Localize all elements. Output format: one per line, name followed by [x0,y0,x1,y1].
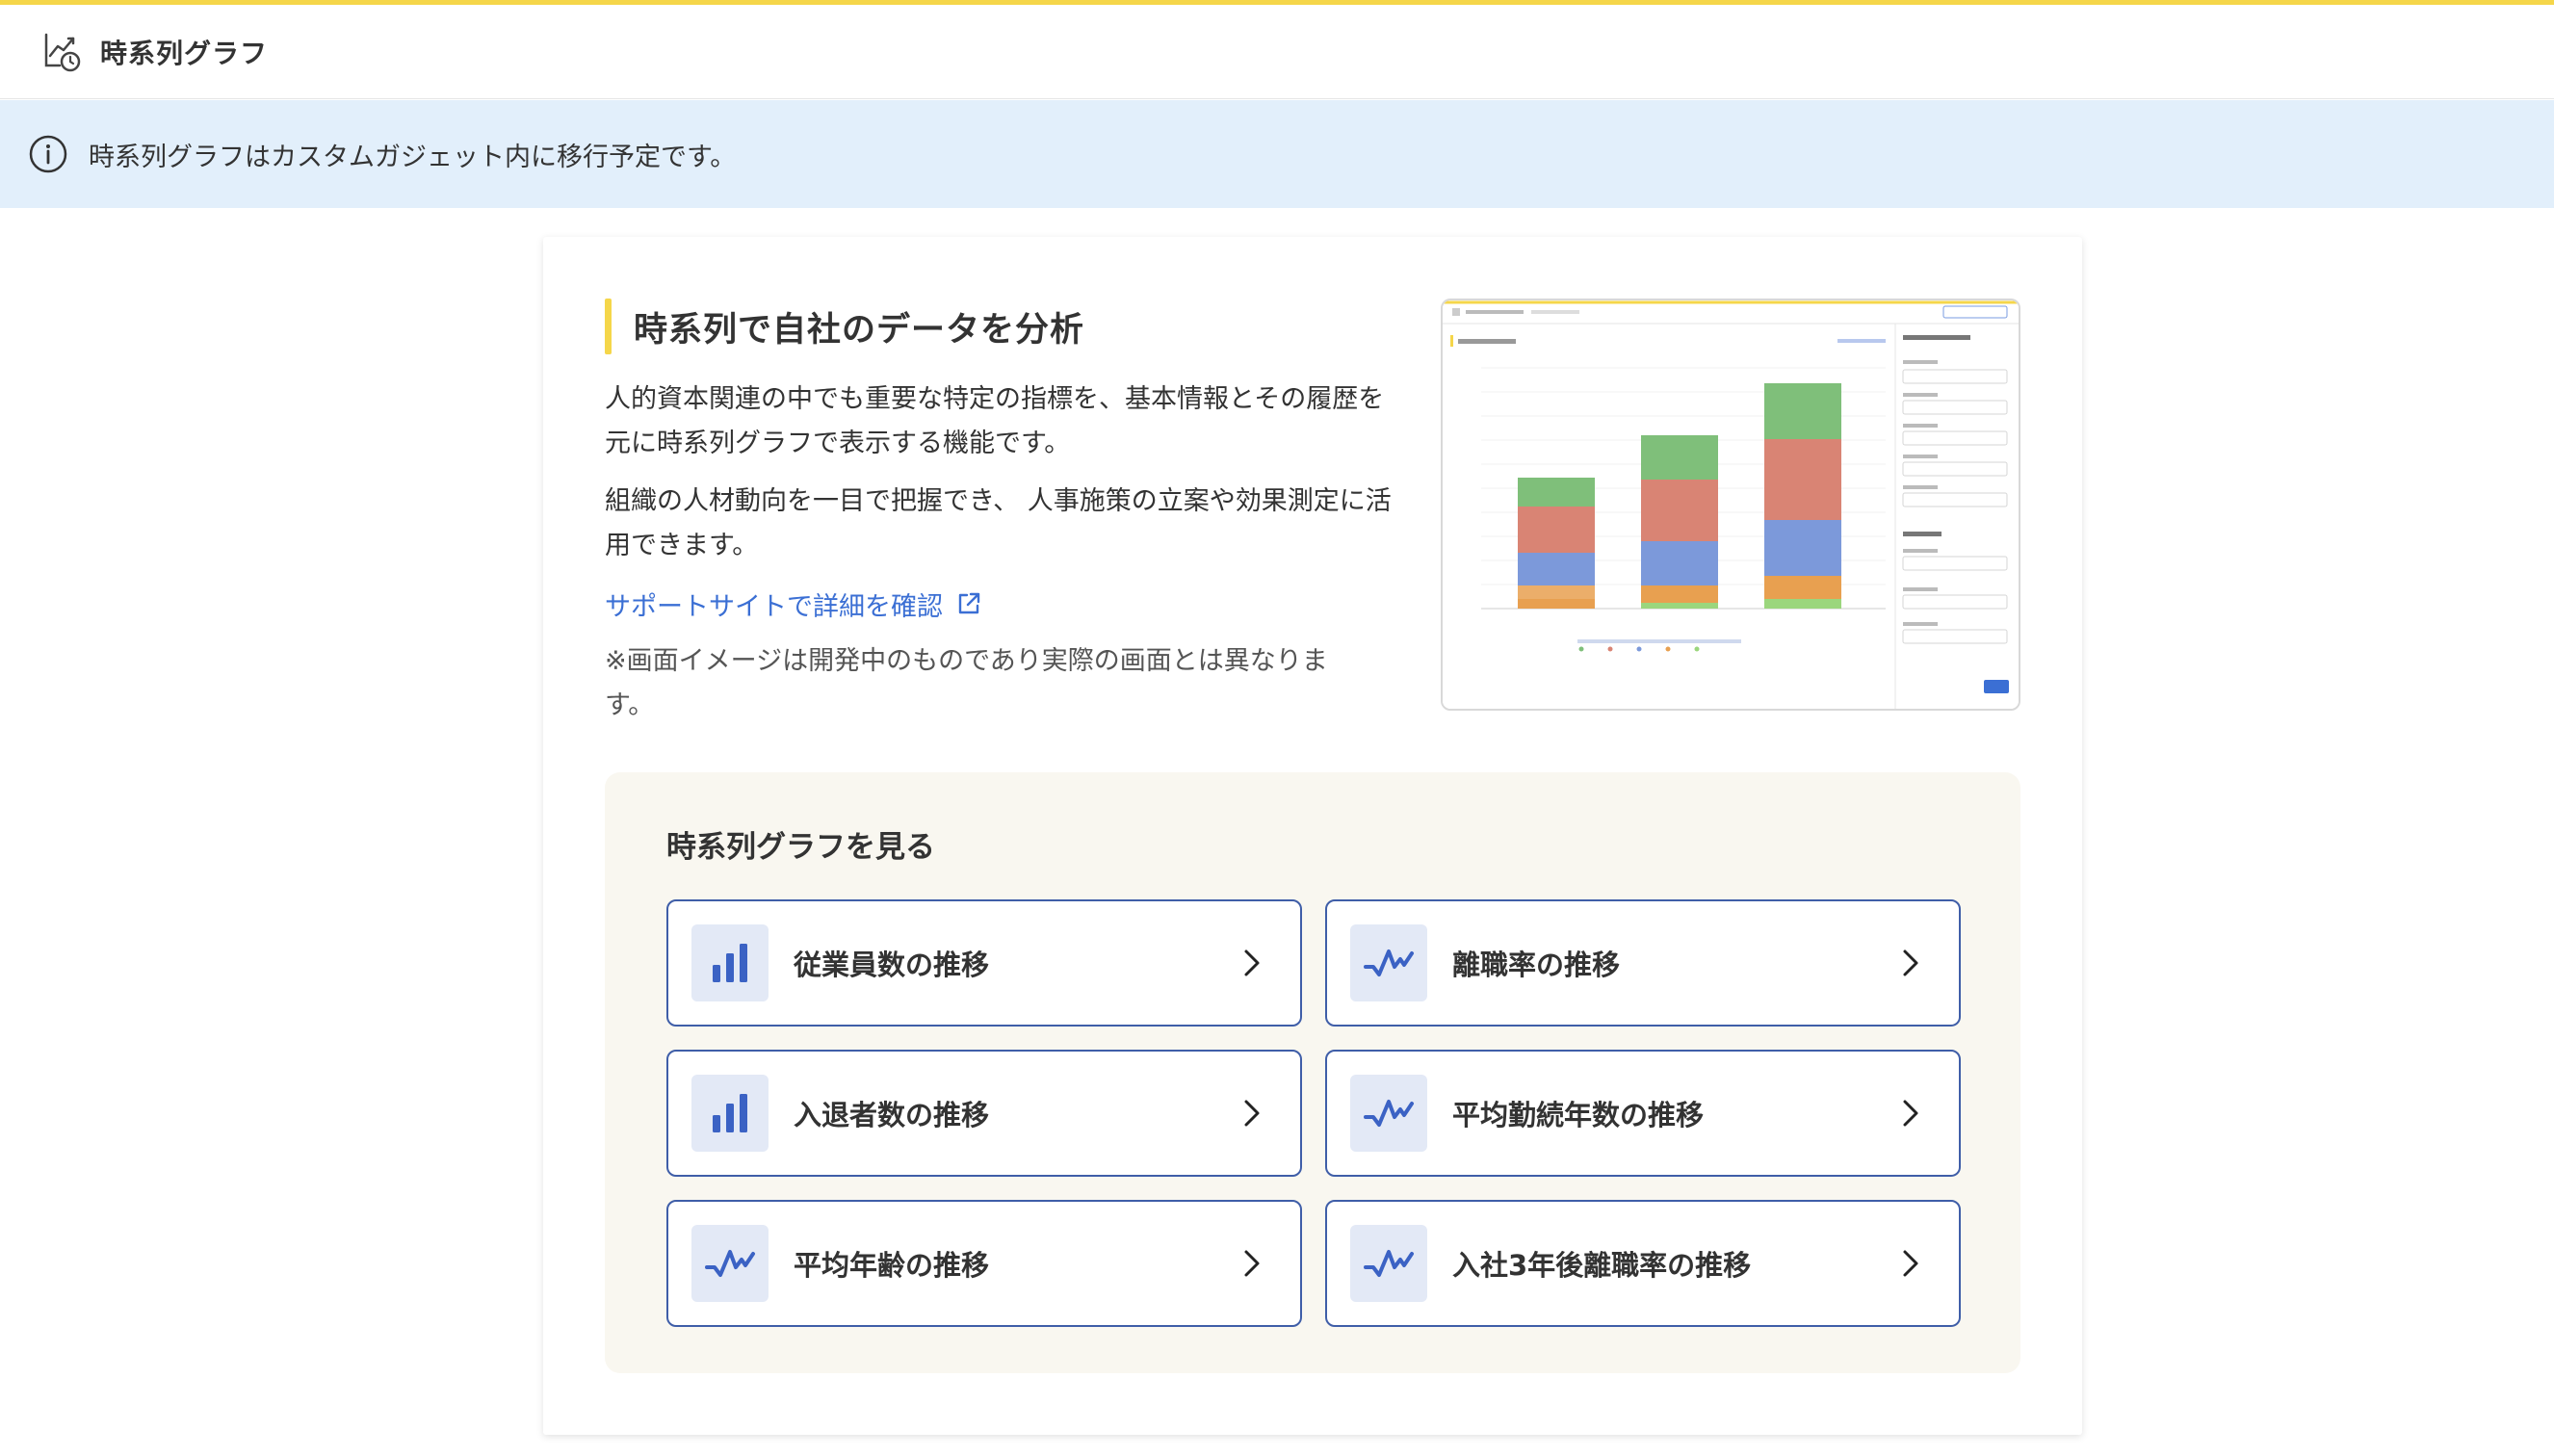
turnover-rate-trend-button[interactable]: 離職率の推移 [1325,899,1961,1027]
info-icon [29,135,67,173]
average-age-trend-button[interactable]: 平均年齢の推移 [666,1200,1302,1327]
button-label: 従業員数の推移 [794,949,990,981]
intro-heading: 時系列で自社のデータを分析 [605,299,1404,354]
chevron-right-icon [1903,949,1918,976]
button-label: 入退者数の推移 [794,1099,990,1131]
button-label: 平均勤続年数の推移 [1452,1099,1705,1131]
line-chart-icon [1350,1075,1427,1152]
button-label: 平均年齢の推移 [794,1249,990,1282]
employee-count-trend-button[interactable]: 従業員数の推移 [666,899,1302,1027]
button-label: 離職率の推移 [1452,949,1621,981]
feature-card: 時系列で自社のデータを分析 人的資本関連の中でも重要な特定の指標を、基本情報とそ… [543,237,2082,1435]
line-chart-icon [1350,924,1427,1001]
intro-paragraph-2: 組織の人材動向を一目で把握でき、 人事施策の立案や効果測定に活用できます。 [605,486,1392,560]
bar-chart-icon [691,924,769,1001]
bar-chart-icon [691,1075,769,1152]
graph-links-panel: 時系列グラフを見る 従業員数の推移 離職率の推移 入退者数の推移 平均勤続年数の… [605,772,2020,1373]
line-chart-icon [691,1225,769,1302]
screen-preview-image [1441,299,2020,711]
page-title: 時系列グラフ [100,37,269,69]
three-year-turnover-trend-button[interactable]: 入社3年後離職率の推移 [1325,1200,1961,1327]
screen-image-note: ※画面イメージは開発中のものであり実際の画面とは異なります。 [605,646,1328,720]
support-site-link[interactable]: サポートサイトで詳細を確認 [605,582,1404,626]
button-label: 入社3年後離職率の推移 [1452,1249,1752,1282]
line-chart-icon [1350,1225,1427,1302]
chevron-right-icon [1903,1250,1918,1277]
preview-illustration [1443,300,2019,709]
support-link-label: サポートサイトで詳細を確認 [605,591,943,622]
chevron-right-icon [1903,1100,1918,1127]
panel-title: 時系列グラフを見る [666,830,935,865]
hire-exit-count-trend-button[interactable]: 入退者数の推移 [666,1050,1302,1177]
page-header: 時系列グラフ [0,5,2554,99]
info-banner: 時系列グラフはカスタムガジェット内に移行予定です。 [0,100,2554,208]
intro-paragraph-1: 人的資本関連の中でも重要な特定の指標を、基本情報とその履歴を元に時系列グラフで表… [605,384,1385,458]
external-link-icon [958,592,980,614]
chevron-right-icon [1244,949,1260,976]
chevron-right-icon [1244,1250,1260,1277]
intro-section: 時系列で自社のデータを分析 人的資本関連の中でも重要な特定の指標を、基本情報とそ… [605,299,1404,728]
banner-text: 時系列グラフはカスタムガジェット内に移行予定です。 [89,142,737,172]
average-tenure-trend-button[interactable]: 平均勤続年数の推移 [1325,1050,1961,1177]
chart-history-icon [44,33,81,71]
chevron-right-icon [1244,1100,1260,1127]
